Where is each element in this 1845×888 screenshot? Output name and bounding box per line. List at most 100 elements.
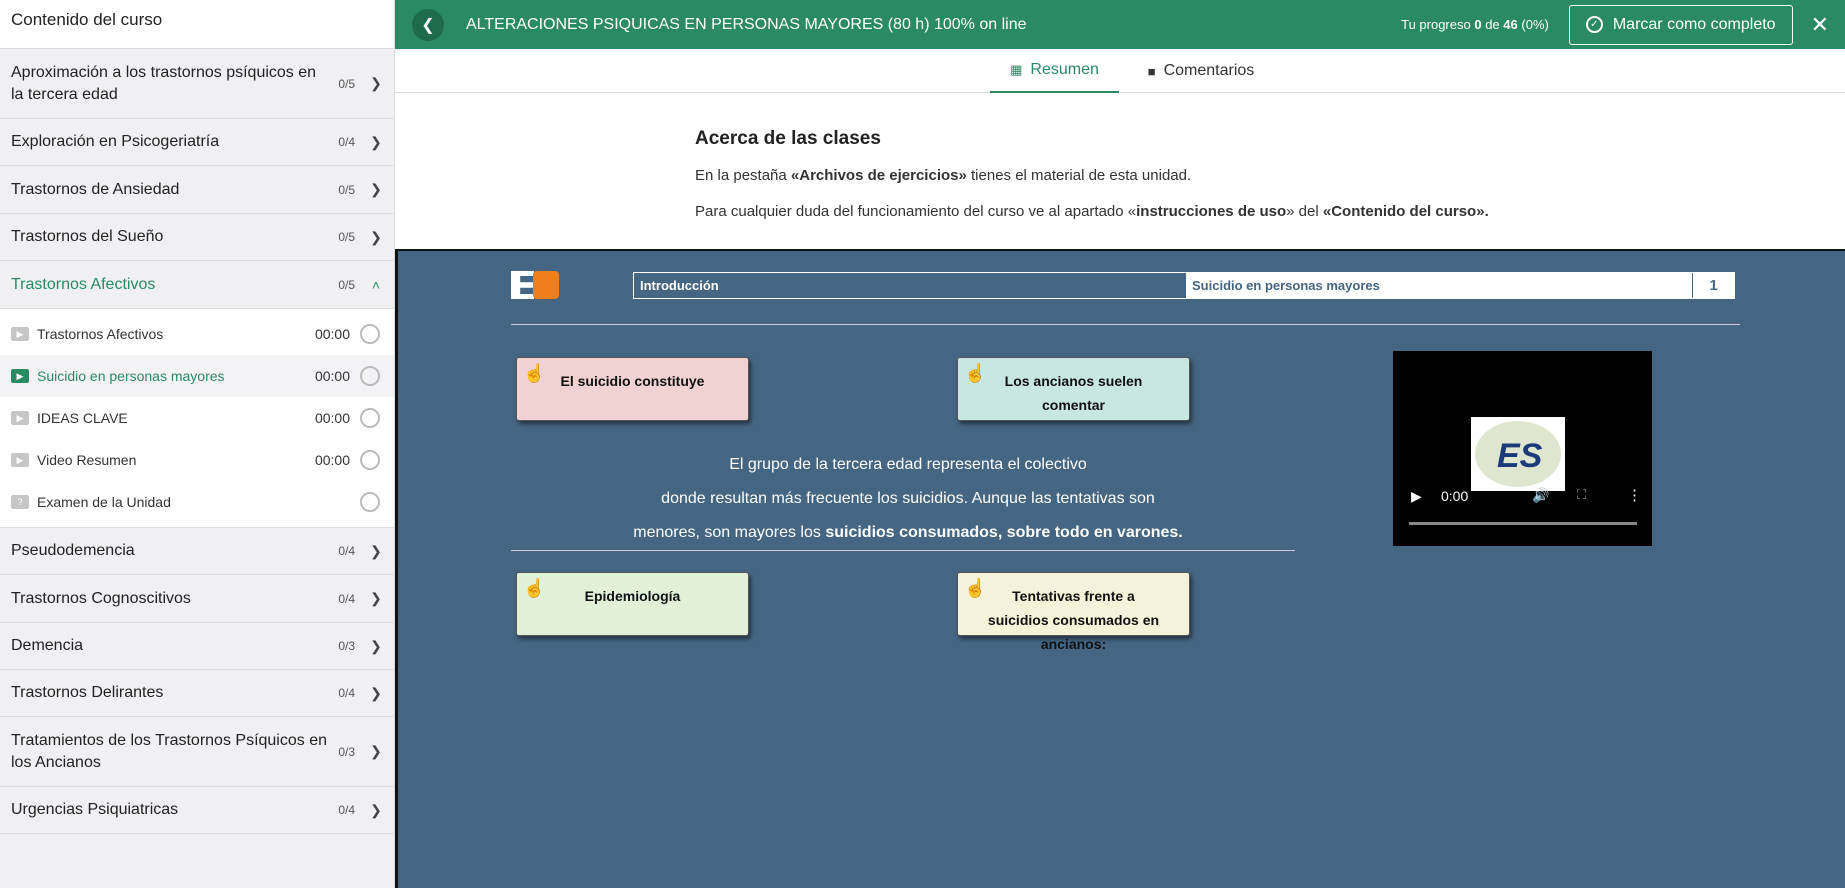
lesson-duration: 00:00 bbox=[314, 452, 350, 468]
nav-intro-link[interactable]: Introducción bbox=[634, 273, 1186, 298]
video-progress-bar[interactable] bbox=[1409, 522, 1637, 525]
section-title: Trastornos Delirantes bbox=[11, 684, 164, 701]
sidebar-section-active[interactable]: Trastornos Afectivos 0/5 ˄ bbox=[0, 261, 394, 309]
video-icon: ▶ bbox=[11, 327, 29, 341]
progress-text: Tu progreso 0 de 46 (0%) bbox=[1401, 17, 1549, 32]
sidebar-section[interactable]: Demencia 0/3 ❯ bbox=[0, 623, 394, 670]
lesson-item[interactable]: ▶ Video Resumen 00:00 bbox=[0, 439, 394, 481]
info-card[interactable]: ☝ El suicidio constituye bbox=[516, 357, 749, 421]
chevron-right-icon: ❯ bbox=[370, 684, 382, 701]
lesson-item[interactable]: ? Examen de la Unidad bbox=[0, 481, 394, 523]
lesson-navbar: Introducción Suicidio en personas mayore… bbox=[633, 272, 1735, 299]
section-count: 0/3 bbox=[338, 639, 355, 653]
sidebar-section[interactable]: Urgencias Psiquiatricas 0/4 ❯ bbox=[0, 787, 394, 834]
sidebar-section[interactable]: Trastornos Cognoscitivos 0/4 ❯ bbox=[0, 575, 394, 623]
section-title: Trastornos de Ansiedad bbox=[11, 180, 180, 198]
back-button[interactable]: ❮ bbox=[412, 8, 444, 41]
text: tienes el material de esta unidad. bbox=[966, 167, 1192, 184]
section-title: Trastornos Cognoscitivos bbox=[11, 589, 191, 607]
completion-circle-icon[interactable] bbox=[360, 408, 380, 428]
section-title: Tratamientos de los Trastornos Psíquicos… bbox=[11, 731, 327, 771]
sidebar-section[interactable]: Aproximación a los trastornos psíquicos … bbox=[0, 49, 394, 119]
lesson-title: Trastornos Afectivos bbox=[37, 326, 164, 342]
lesson-item[interactable]: ▶ IDEAS CLAVE 00:00 bbox=[0, 397, 394, 439]
chevron-up-icon: ˄ bbox=[371, 276, 381, 293]
course-topbar: ❮ ALTERACIONES PSIQUICAS EN PERSONAS MAY… bbox=[395, 0, 1845, 49]
tab-comments[interactable]: ■ Comentarios bbox=[1139, 49, 1263, 93]
lesson-duration: 00:00 bbox=[314, 326, 350, 342]
nav-current-title: Suicidio en personas mayores bbox=[1186, 273, 1692, 298]
course-sidebar: Contenido del curso Aproximación a los t… bbox=[0, 0, 395, 888]
chevron-right-icon: ❯ bbox=[370, 75, 382, 91]
card-label: Epidemiología bbox=[584, 588, 681, 604]
completion-circle-icon[interactable] bbox=[360, 492, 380, 512]
text-bold: «Contenido del curso». bbox=[1322, 203, 1489, 220]
section-count: 0/5 bbox=[338, 182, 355, 197]
sidebar-section[interactable]: Trastornos del Sueño 0/5 ❯ bbox=[0, 214, 394, 261]
quiz-icon: ? bbox=[11, 495, 29, 509]
lesson-player: Introducción Suicidio en personas mayore… bbox=[395, 249, 1845, 888]
lesson-title: IDEAS CLAVE bbox=[37, 410, 128, 426]
completion-circle-icon[interactable] bbox=[360, 324, 380, 344]
about-title: Acerca de las clases bbox=[695, 128, 881, 149]
lesson-title: Suicidio en personas mayores bbox=[37, 368, 225, 384]
section-count: 0/4 bbox=[338, 686, 355, 700]
text-line: menores, son mayores los suicidios consu… bbox=[548, 516, 1268, 550]
text: » del bbox=[1286, 203, 1323, 220]
course-title: ALTERACIONES PSIQUICAS EN PERSONAS MAYOR… bbox=[466, 15, 1027, 33]
about-section: Acerca de las clases En la pestaña «Arch… bbox=[695, 128, 1595, 239]
info-card[interactable]: ☝ Epidemiología bbox=[516, 572, 749, 636]
section-count: 0/5 bbox=[338, 76, 355, 91]
more-vertical-icon[interactable]: ⋮ bbox=[1627, 486, 1642, 504]
sidebar-section[interactable]: Tratamientos de los Trastornos Psíquicos… bbox=[0, 717, 394, 787]
section-title: Demencia bbox=[11, 637, 84, 654]
lesson-text: El grupo de la tercera edad representa e… bbox=[548, 448, 1268, 550]
volume-icon[interactable]: 🔊 bbox=[1532, 487, 1549, 504]
section-count: 0/5 bbox=[338, 230, 355, 244]
section-count: 0/4 bbox=[338, 544, 355, 558]
about-paragraph-1: En la pestaña «Archivos de ejercicios» t… bbox=[695, 167, 1595, 184]
video-player[interactable]: ES ▶ 0:00 🔊 ⛶ ⋮ bbox=[1393, 351, 1652, 546]
completion-circle-icon[interactable] bbox=[360, 366, 380, 386]
section-title: Trastornos Afectivos bbox=[11, 275, 156, 293]
card-label: Los ancianos suelen comentar bbox=[1004, 373, 1143, 413]
check-circle-icon: ✓ bbox=[1585, 16, 1603, 33]
section-title: Urgencias Psiquiatricas bbox=[11, 801, 179, 818]
divider bbox=[511, 550, 1295, 551]
text-line: El grupo de la tercera edad representa e… bbox=[729, 456, 1087, 473]
section-count: 0/4 bbox=[338, 803, 355, 817]
play-icon[interactable]: ▶ bbox=[1411, 488, 1422, 505]
video-icon: ▶ bbox=[11, 411, 29, 425]
mark-complete-label: Marcar como completo bbox=[1612, 15, 1776, 33]
section-title: Exploración en Psicogeriatría bbox=[11, 133, 220, 150]
section-count: 0/3 bbox=[338, 744, 355, 759]
lesson-item-current[interactable]: ▶ Suicidio en personas mayores 00:00 bbox=[0, 355, 394, 397]
mark-complete-button[interactable]: ✓ Marcar como completo bbox=[1568, 4, 1793, 45]
text: En la pestaña bbox=[695, 167, 791, 184]
chevron-right-icon: ❯ bbox=[370, 133, 382, 150]
tab-summary[interactable]: ▦ Resumen bbox=[990, 49, 1119, 93]
thumbnail-logo: ES bbox=[1497, 437, 1543, 475]
video-time: 0:00 bbox=[1441, 488, 1469, 504]
info-card[interactable]: ☝ Tentativas frente a suicidios consumad… bbox=[957, 572, 1190, 652]
chevron-right-icon: ❯ bbox=[370, 801, 382, 818]
hand-pointer-icon: ☝ bbox=[964, 363, 987, 383]
lesson-list: ▶ Trastornos Afectivos 00:00 ▶ Suicidio … bbox=[0, 309, 394, 528]
sidebar-section[interactable]: Trastornos de Ansiedad 0/5 ❯ bbox=[0, 166, 394, 214]
tab-label: Comentarios bbox=[1163, 62, 1255, 79]
sidebar-section[interactable]: Exploración en Psicogeriatría 0/4 ❯ bbox=[0, 119, 394, 166]
progress-of: de bbox=[1485, 17, 1500, 32]
tab-label: Resumen bbox=[1030, 61, 1099, 78]
section-title: Trastornos del Sueño bbox=[11, 228, 164, 245]
brand-logo bbox=[511, 271, 559, 299]
completion-circle-icon[interactable] bbox=[360, 450, 380, 470]
info-card[interactable]: ☝ Los ancianos suelen comentar bbox=[957, 357, 1190, 421]
close-icon[interactable]: ✕ bbox=[1811, 12, 1829, 38]
sidebar-section[interactable]: Trastornos Delirantes 0/4 ❯ bbox=[0, 670, 394, 717]
progress-total: 46 bbox=[1503, 17, 1518, 32]
sidebar-section[interactable]: Pseudodemencia 0/4 ❯ bbox=[0, 528, 394, 575]
fullscreen-icon[interactable]: ⛶ bbox=[1577, 487, 1586, 503]
text-bold: «Archivos de ejercicios» bbox=[790, 167, 967, 184]
progress-percent: (0%) bbox=[1521, 17, 1549, 32]
lesson-item[interactable]: ▶ Trastornos Afectivos 00:00 bbox=[0, 313, 394, 355]
